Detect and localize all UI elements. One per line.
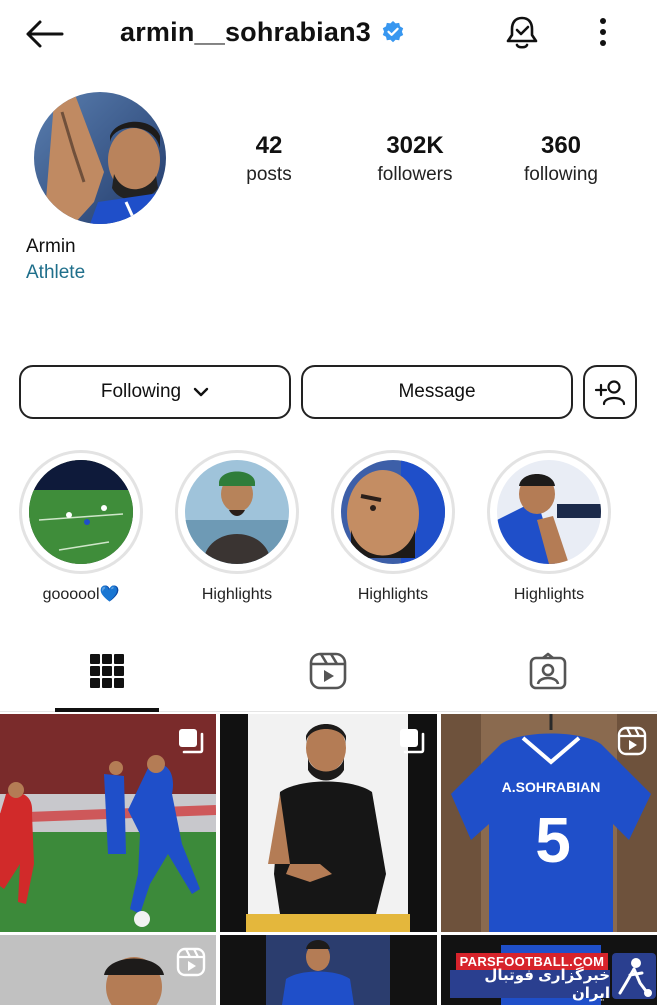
highlight-ring [487,450,611,574]
followers-stat[interactable]: 302K followers [360,130,470,188]
arrow-left-icon [26,20,64,48]
more-vertical-icon [600,18,606,46]
bell-check-icon [506,16,538,49]
back-button[interactable] [24,14,68,54]
highlight-ring [331,450,455,574]
watermark-tagline: خبرگزاری فوتبال ایران [450,967,610,1002]
post-tile[interactable] [220,935,437,1005]
grid-icon [90,654,124,688]
username-header: armin__sohrabian3 [120,14,405,50]
message-button[interactable]: Message [301,365,573,419]
carousel-icon [400,729,425,754]
tab-reels[interactable] [276,632,380,710]
following-label: following [524,164,598,185]
tagged-person-icon [529,652,567,690]
carousel-icon [179,729,204,754]
posts-stat[interactable]: 42 posts [219,130,319,188]
tab-posts-grid[interactable] [55,632,159,712]
reel-icon [617,726,647,756]
followers-count: 302K [386,132,444,159]
post-tile[interactable] [0,714,216,932]
post-tile[interactable] [0,935,216,1005]
following-stat[interactable]: 360 following [511,130,611,188]
profile-category[interactable]: Athlete [26,262,85,284]
profile-name: Armin [26,236,76,257]
posts-label: posts [246,164,292,185]
post-tile[interactable]: A.SOHRABIAN 5 [441,714,657,932]
highlight-ring [19,450,143,574]
jersey-name: A.SOHRABIAN [502,779,601,795]
jersey-number: 5 [535,804,571,876]
reel-icon [176,947,206,977]
add-user-icon [594,380,626,406]
highlight-label: Highlights [357,586,429,603]
highlight-ring [175,450,299,574]
highlight-label: Highlights [513,586,585,603]
highlight-item[interactable]: Highlights [174,450,300,604]
parsfootball-watermark: PARSFOOTBALL.COM خبرگزاری فوتبال ایران [450,953,656,1002]
profile-avatar[interactable] [34,92,166,224]
following-button[interactable]: Following [19,365,291,419]
posts-count: 42 [255,132,283,159]
add-user-button[interactable] [583,365,637,419]
following-button-label: Following [100,381,182,402]
verified-badge-icon [381,20,405,44]
reels-icon [309,652,347,690]
more-options-button[interactable] [588,12,618,52]
notifications-button[interactable] [502,12,542,52]
chevron-down-icon [193,387,209,397]
highlight-label: goooool💙 [42,586,120,603]
highlight-goal[interactable]: goooool💙 [18,450,144,604]
highlight-label: Highlights [201,586,273,603]
highlight-cover [185,460,289,564]
profile-tabs [0,632,657,712]
followers-label: followers [377,164,453,185]
highlight-item[interactable]: Highlights [486,450,612,604]
top-bar: armin__sohrabian3 [0,0,657,64]
post-tile[interactable] [220,714,437,932]
tab-tagged[interactable] [496,632,600,710]
username: armin__sohrabian3 [120,16,372,47]
parsfootball-logo [612,953,656,999]
highlight-cover [341,460,445,564]
highlight-item[interactable]: Highlights [330,450,456,604]
highlight-cover [29,460,133,564]
highlight-cover [497,460,601,564]
message-button-label: Message [398,381,476,402]
following-count: 360 [540,132,582,159]
